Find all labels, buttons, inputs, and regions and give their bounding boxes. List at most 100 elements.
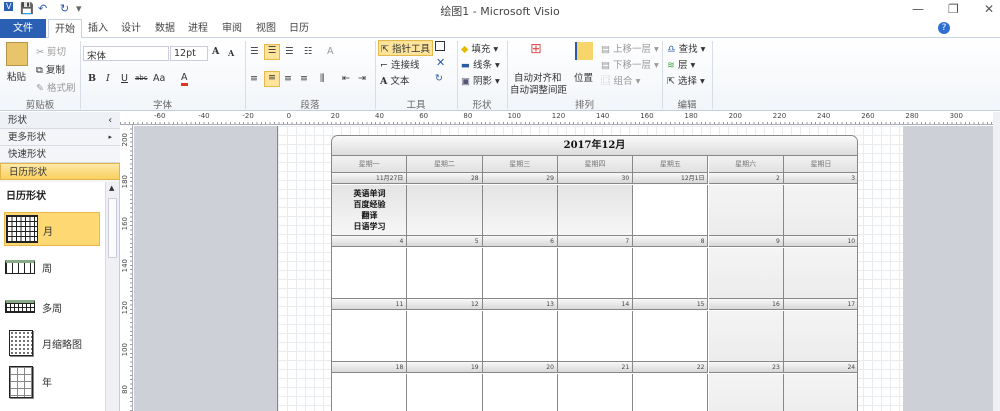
day-cell[interactable]: 英语单词 百度经验 翻译 日语学习 xyxy=(332,185,408,235)
change-case-button[interactable]: Aa xyxy=(153,73,165,84)
quick-shapes-item[interactable]: 快速形状 xyxy=(0,146,120,163)
day-cell[interactable] xyxy=(482,311,558,361)
connector-button[interactable]: ⌐ 连接线 xyxy=(380,57,420,71)
font-color-button[interactable]: A xyxy=(181,72,188,86)
auto-space-label[interactable]: 自动调整间距 xyxy=(510,82,567,96)
day-cell[interactable] xyxy=(482,374,558,411)
day-cell[interactable] xyxy=(708,374,784,411)
tab-design[interactable]: 设计 xyxy=(115,19,147,38)
day-cell[interactable] xyxy=(557,311,634,361)
tab-view[interactable]: 视图 xyxy=(250,19,282,38)
day-cell[interactable] xyxy=(633,185,709,235)
find-button[interactable]: ♎ 查找 ▾ xyxy=(667,41,705,55)
day-cell[interactable] xyxy=(482,248,558,298)
text-tool-button[interactable]: A 文本 xyxy=(380,73,409,87)
align-bottom-icon[interactable]: ☰ xyxy=(285,46,294,57)
tab-insert[interactable]: 插入 xyxy=(82,19,114,38)
day-cell[interactable] xyxy=(708,185,784,235)
select-button[interactable]: ⇱ 选择 ▾ xyxy=(667,73,705,87)
text-size-icon[interactable]: A xyxy=(327,46,334,57)
day-cell[interactable] xyxy=(407,185,483,235)
day-cell[interactable] xyxy=(332,374,408,411)
day-cell[interactable] xyxy=(407,311,483,361)
group-button[interactable]: ⿴ 组合 ▾ xyxy=(601,73,640,87)
align-left-icon[interactable]: ≡ xyxy=(250,73,258,84)
scroll-thumb[interactable] xyxy=(108,198,117,258)
close-button[interactable]: ✕ xyxy=(984,2,994,16)
align-right-icon[interactable]: ≡ xyxy=(284,73,292,84)
paste-button[interactable]: 粘贴 xyxy=(7,69,26,83)
day-cell[interactable] xyxy=(783,248,857,298)
day-cell[interactable] xyxy=(708,248,784,298)
shape-multi-week[interactable]: 多周 xyxy=(4,290,100,324)
align-middle-icon[interactable]: ☰ xyxy=(264,44,280,60)
rectangle-tool-icon[interactable] xyxy=(435,41,445,51)
cut-button[interactable]: ✂ 剪切 xyxy=(36,44,66,58)
collapse-icon[interactable]: ‹ xyxy=(108,112,112,129)
shape-month[interactable]: 月 xyxy=(4,212,100,246)
scroll-up-icon[interactable]: ▲ xyxy=(109,184,114,192)
day-cell[interactable] xyxy=(407,374,483,411)
day-cell[interactable] xyxy=(783,374,857,411)
shadow-button[interactable]: ▣ 阴影 ▾ xyxy=(461,73,500,87)
day-cell[interactable] xyxy=(482,185,558,235)
tab-calendar[interactable]: 日历 xyxy=(283,19,315,38)
day-cell[interactable] xyxy=(332,248,408,298)
day-cell[interactable] xyxy=(557,374,634,411)
shapes-panel-header[interactable]: 形状 ‹ xyxy=(0,112,120,129)
paste-icon[interactable] xyxy=(6,42,28,66)
strikethrough-button[interactable]: abc xyxy=(135,74,148,82)
day-cell[interactable] xyxy=(557,185,634,235)
tab-file[interactable]: 文件 xyxy=(0,19,46,38)
tab-process[interactable]: 进程 xyxy=(182,19,214,38)
minimize-button[interactable]: — xyxy=(912,2,924,16)
tab-review[interactable]: 审阅 xyxy=(216,19,248,38)
bullets-icon[interactable]: ☷ xyxy=(304,46,313,57)
align-top-icon[interactable]: ☰ xyxy=(250,46,259,57)
align-center-icon[interactable]: ≡ xyxy=(264,71,280,87)
tab-data[interactable]: 数据 xyxy=(149,19,181,38)
day-cell[interactable] xyxy=(633,374,709,411)
day-cell[interactable] xyxy=(783,311,857,361)
font-name-select[interactable]: 宋体 xyxy=(83,46,169,62)
day-cell[interactable] xyxy=(633,248,709,298)
fill-button[interactable]: ◆ 填充 ▾ xyxy=(461,41,498,55)
shape-month-thumbnail[interactable]: 月缩略图 xyxy=(4,326,100,360)
format-painter-button[interactable]: ✎ 格式刷 xyxy=(36,80,76,94)
copy-button[interactable]: ⧉ 复制 xyxy=(36,62,65,76)
stencil-scrollbar[interactable]: ▲ xyxy=(105,182,119,411)
day-cell[interactable] xyxy=(332,311,408,361)
restore-button[interactable]: ❐ xyxy=(948,2,959,16)
text-direction-icon[interactable]: ⫼ xyxy=(320,73,324,84)
shrink-font-button[interactable]: A xyxy=(228,48,234,58)
underline-button[interactable]: U xyxy=(121,73,128,84)
line-button[interactable]: ▬ 线条 ▾ xyxy=(461,57,500,71)
close-tool-icon[interactable]: ✕ xyxy=(436,56,445,69)
send-backward-button[interactable]: ▤ 下移一层 ▾ xyxy=(601,57,659,71)
rotate-tool-icon[interactable]: ↻ xyxy=(435,73,443,84)
decrease-indent-icon[interactable]: ⇤ xyxy=(342,73,350,84)
bring-forward-button[interactable]: ▤ 上移一层 ▾ xyxy=(601,41,659,55)
italic-button[interactable]: I xyxy=(106,73,110,84)
help-icon[interactable]: ? xyxy=(938,22,950,34)
calendar-month-shape[interactable]: 2017年12月 星期一 星期二 星期三 星期四 星期五 星期六 星期日 11月27日 英语单词… xyxy=(331,135,858,411)
day-cell[interactable] xyxy=(407,248,483,298)
bold-button[interactable]: B xyxy=(88,73,96,84)
day-cell[interactable] xyxy=(708,311,784,361)
grow-font-button[interactable]: A xyxy=(212,46,219,57)
day-cell[interactable] xyxy=(633,311,709,361)
canvas-scrollbar[interactable] xyxy=(993,112,1000,411)
day-cell[interactable] xyxy=(557,248,634,298)
font-size-select[interactable]: 12pt xyxy=(170,46,208,61)
layers-button[interactable]: ≋ 层 ▾ xyxy=(667,57,695,71)
tab-home[interactable]: 开始 xyxy=(48,19,82,39)
calendar-shapes-item[interactable]: 日历形状 xyxy=(0,163,120,180)
shape-year[interactable]: 年 xyxy=(4,364,100,398)
increase-indent-icon[interactable]: ⇥ xyxy=(358,73,366,84)
shape-week[interactable]: 周 xyxy=(4,250,100,284)
justify-icon[interactable]: ≡ xyxy=(300,73,308,84)
position-button[interactable]: 位置 xyxy=(574,70,593,84)
more-shapes-item[interactable]: 更多形状 ▸ xyxy=(0,129,120,146)
day-cell[interactable] xyxy=(783,185,857,235)
pointer-tool-button[interactable]: ⇱ 指针工具 xyxy=(378,40,433,56)
